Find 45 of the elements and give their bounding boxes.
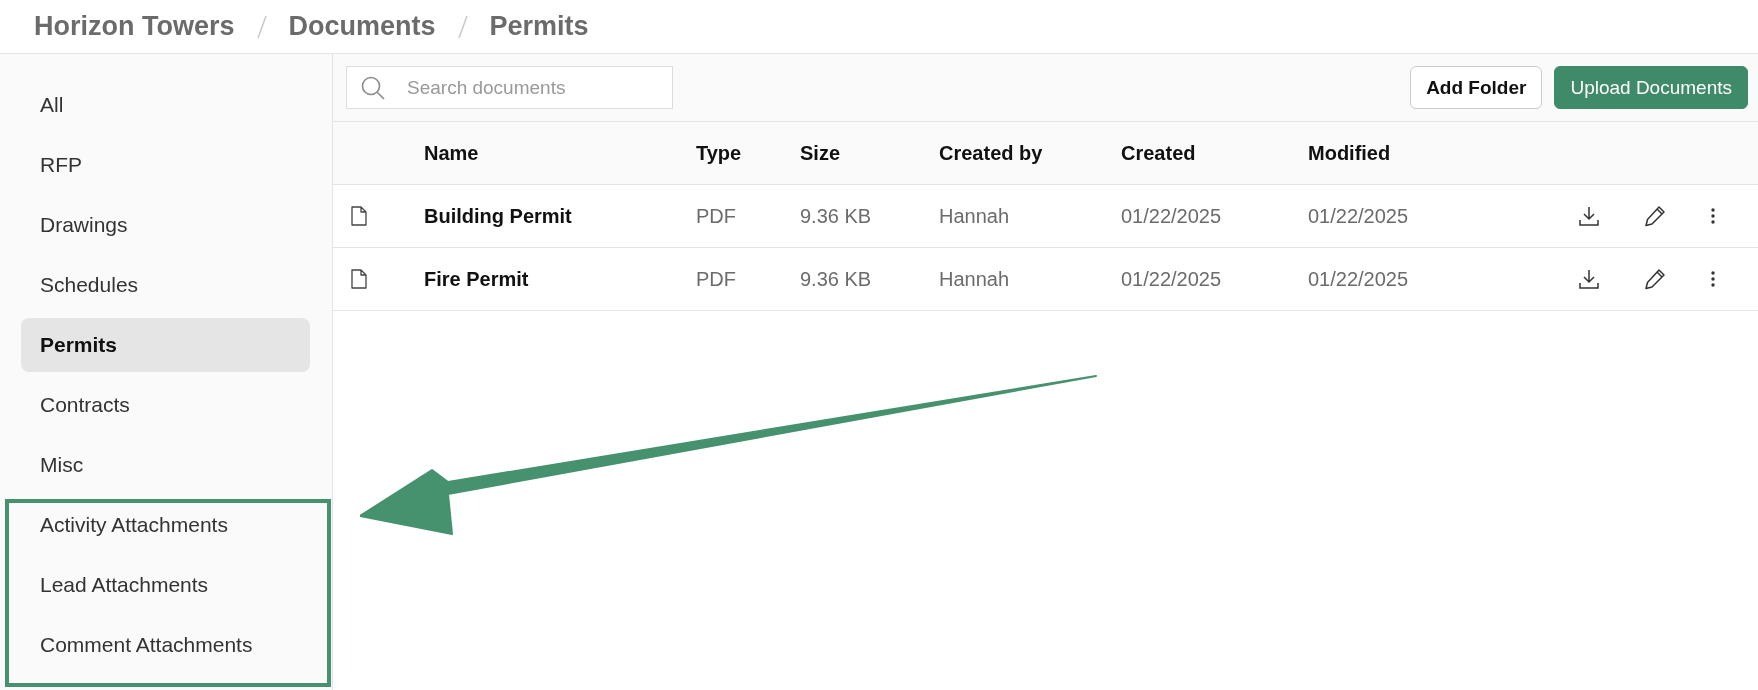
search-icon — [360, 75, 386, 101]
toolbar-button[interactable]: Upload Documents — [1554, 66, 1748, 109]
table-cell-text: Hannah — [939, 204, 1011, 228]
sidebar-item[interactable]: Lead Attachments — [21, 558, 310, 612]
sidebar-item[interactable]: Comment Attachments — [21, 618, 310, 672]
download-icon[interactable] — [1578, 268, 1600, 290]
sidebar-item[interactable]: Activity Attachments — [21, 498, 310, 552]
table-cell-text: 01/22/2025 — [1308, 267, 1410, 291]
toolbar-button[interactable]: Add Folder — [1410, 66, 1543, 109]
table-cell-text: 01/22/2025 — [1308, 204, 1410, 228]
table-cell-text: 9.36 KB — [800, 267, 873, 291]
sidebar-item[interactable]: RFP — [21, 138, 310, 192]
sidebar-item[interactable]: Contracts — [21, 378, 310, 432]
sidebar-item[interactable]: Drawings — [21, 198, 310, 252]
table-cell-text: 9.36 KB — [800, 204, 873, 228]
download-icon[interactable] — [1578, 205, 1600, 227]
sidebar-item[interactable]: All — [21, 78, 310, 132]
column-header[interactable]: Created by — [939, 141, 1121, 165]
column-header[interactable]: Created — [1121, 141, 1308, 165]
file-icon — [351, 206, 367, 226]
column-header[interactable]: Name — [424, 141, 696, 165]
pencil-icon[interactable] — [1644, 205, 1666, 227]
sidebar-item[interactable]: Schedules — [21, 258, 310, 312]
table-cell-text: Hannah — [939, 267, 1011, 291]
file-name[interactable]: Building Permit — [424, 204, 696, 228]
sidebar-item[interactable]: Permits — [21, 318, 310, 372]
more-icon[interactable] — [1710, 207, 1716, 225]
sidebar-item[interactable]: Misc — [21, 438, 310, 492]
column-header[interactable]: Type — [696, 141, 800, 165]
search-field[interactable]: Search documents — [346, 66, 673, 109]
column-header[interactable]: Size — [800, 141, 939, 165]
table-cell-text: PDF — [696, 267, 737, 291]
table-cell-text: 01/22/2025 — [1121, 204, 1223, 228]
table-cell-text: PDF — [696, 204, 737, 228]
breadcrumb-link[interactable]: Permits — [489, 11, 589, 42]
breadcrumb-separator — [256, 14, 267, 39]
file-icon — [351, 269, 367, 289]
breadcrumb-link[interactable]: Horizon Towers — [34, 11, 235, 42]
breadcrumb-separator — [457, 14, 468, 39]
breadcrumb-link[interactable]: Documents — [288, 11, 436, 42]
more-icon[interactable] — [1710, 270, 1716, 288]
pencil-icon[interactable] — [1644, 268, 1666, 290]
column-header[interactable]: Modified — [1308, 141, 1528, 165]
file-name[interactable]: Fire Permit — [424, 267, 696, 291]
table-cell-text: 01/22/2025 — [1121, 267, 1223, 291]
